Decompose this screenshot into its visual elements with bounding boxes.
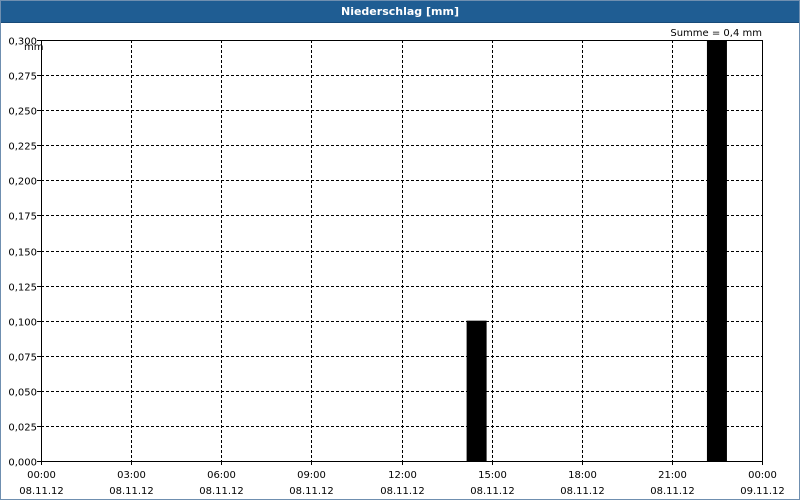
x-tick-label-date: 08.11.12 xyxy=(289,486,334,497)
x-tick-label-date: 08.11.12 xyxy=(380,486,425,497)
bar xyxy=(466,320,487,461)
y-tick-label: 0,000 xyxy=(8,458,37,469)
x-tick-label-date: 08.11.12 xyxy=(109,486,154,497)
y-tick-label: 0,075 xyxy=(8,353,37,364)
y-tick-label: 0,050 xyxy=(8,388,37,399)
x-tick-label-date: 08.11.12 xyxy=(199,486,244,497)
y-tick-label: 0,025 xyxy=(8,423,37,434)
x-tick-label-time: 18:00 xyxy=(568,470,597,481)
x-tick-label-time: 15:00 xyxy=(478,470,507,481)
y-tick-label: 0,125 xyxy=(8,283,37,294)
x-tick-label-time: 12:00 xyxy=(388,470,417,481)
y-tick-label: 0,225 xyxy=(8,142,37,153)
y-tick-label: 0,100 xyxy=(8,318,37,329)
x-tick-label-date: 09.11.12 xyxy=(740,486,785,497)
y-tick-label: 0,150 xyxy=(8,248,37,259)
y-tick-label: 0,275 xyxy=(8,72,37,83)
y-tick-label: 0,175 xyxy=(8,212,37,223)
x-tick-label-time: 03:00 xyxy=(117,470,146,481)
x-tick-label-date: 08.11.12 xyxy=(560,486,605,497)
x-tick-label-time: 21:00 xyxy=(658,470,687,481)
sum-annotation: Summe = 0,4 mm xyxy=(670,28,762,39)
bar xyxy=(706,40,727,461)
x-tick-label-date: 08.11.12 xyxy=(470,486,515,497)
x-tick-label-time: 09:00 xyxy=(297,470,326,481)
x-tick-label-time: 00:00 xyxy=(748,470,777,481)
y-axis-label: mm xyxy=(24,42,43,53)
chart-svg: 0,000 0,025 0,050 0,075 0,100 0,125 0,150 0,175… xyxy=(8,28,785,497)
x-tick-label-date: 08.11.12 xyxy=(19,486,64,497)
y-tick-label: 0,200 xyxy=(8,177,37,188)
y-tick-label: 0,250 xyxy=(8,107,37,118)
x-tick-label-date: 08.11.12 xyxy=(650,486,695,497)
x-tick-label-time: 00:00 xyxy=(27,470,56,481)
x-tick-label-time: 06:00 xyxy=(207,470,236,481)
